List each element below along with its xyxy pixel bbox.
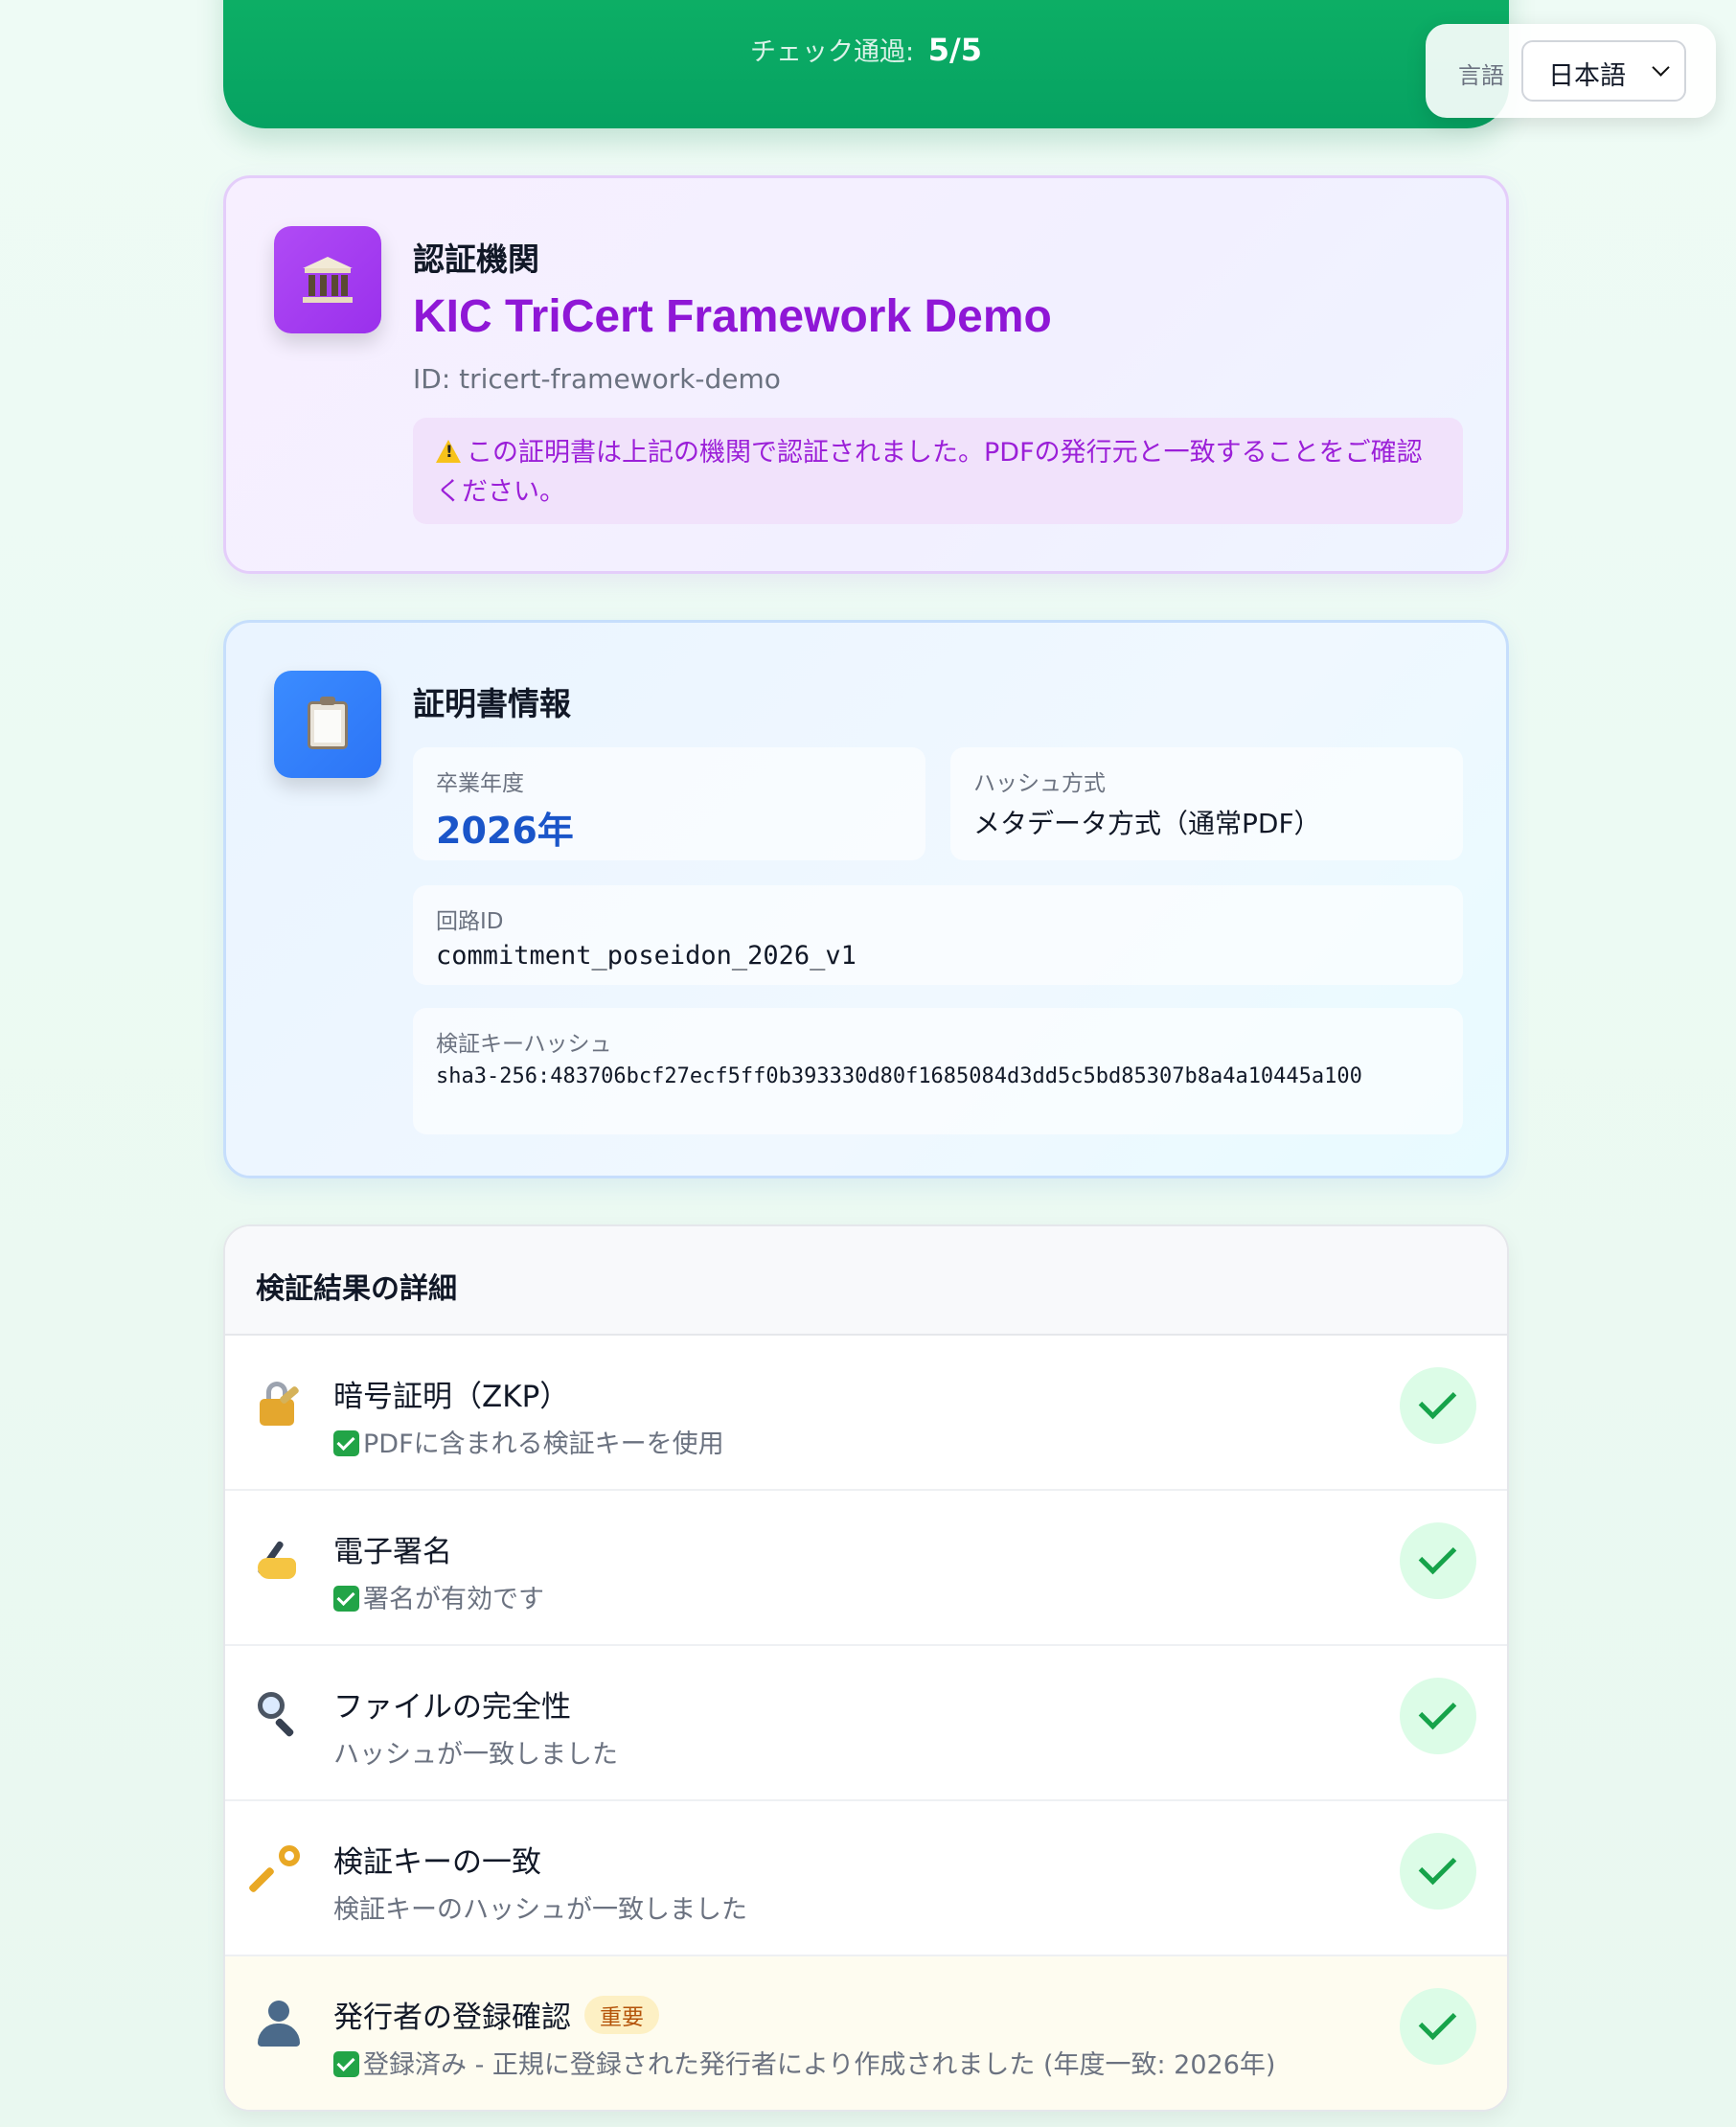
check-title: 電子署名 [333,1535,452,1569]
authority-name: KIC TriCert Framework Demo [413,291,1052,342]
chevron-down-icon [1652,58,1670,77]
institution-tile [274,226,381,333]
pass-check-icon [1400,1678,1476,1754]
magnifier-icon [254,1688,304,1738]
graduation-year-label: 卒業年度 [436,771,524,796]
authority-id: ID: tricert-framework-demo [413,363,781,395]
status-banner: チェック通過: 5/5 [223,0,1509,128]
important-badge: 重要 [584,1996,659,2034]
language-selected: 日本語 [1548,61,1626,91]
notice-text: この証明書は上記の機関で認証されました。PDFの発行元と一致することをご確認くだ… [436,438,1423,507]
check-desc: 検証キーのハッシュが一致しました [333,1895,747,1925]
language-selector: 言語 日本語 [1426,24,1716,118]
pass-check-icon [1400,1833,1476,1910]
writing-hand-icon [254,1533,304,1583]
check-desc: 登録済み - 正規に登録された発行者により作成されました (年度一致: 2026… [333,2044,1275,2081]
graduation-year-value: 2026年 [436,810,574,852]
certificate-label: 証明書情報 [413,685,571,722]
key-icon [247,1843,304,1894]
check-row-signature: 電子署名 署名が有効です [225,1491,1507,1646]
verification-details: 検証結果の詳細 暗号証明（ZKP） PDFに含まれる検証キーを使用 電子署名 署… [223,1224,1509,2112]
checks-label: チェック通過: [750,37,915,67]
vk-hash-value: sha3-256:483706bcf27ecf5ff0b393330d80f16… [436,1064,1362,1088]
certificate-tile [274,671,381,778]
check-desc: PDFに含まれる検証キーを使用 [333,1423,724,1460]
pass-check-icon [1400,1367,1476,1444]
circuit-id-label: 回路ID [436,909,504,934]
check-row-integrity: ファイルの完全性 ハッシュが一致しました [225,1646,1507,1801]
check-mark-icon [333,2051,359,2077]
check-mark-icon [333,1430,359,1456]
check-title: 発行者の登録確認 重要 [333,1993,659,2036]
classical-building-icon [303,257,353,303]
graduation-year-field: 卒業年度 2026年 [413,747,925,860]
check-row-zkp: 暗号証明（ZKP） PDFに含まれる検証キーを使用 [225,1336,1507,1491]
hash-method-value: メタデータ方式（通常PDF） [973,808,1321,839]
circuit-id-field: 回路ID commitment_poseidon_2026_v1 [413,885,1463,985]
hash-method-label: ハッシュ方式 [973,771,1106,796]
check-row-issuer: 発行者の登録確認 重要 登録済み - 正規に登録された発行者により作成されました … [225,1956,1507,2110]
clipboard-icon [308,697,348,749]
vk-hash-field: 検証キーハッシュ sha3-256:483706bcf27ecf5ff0b393… [413,1008,1463,1134]
check-mark-icon [333,1586,359,1612]
check-desc: 署名が有効です [333,1578,544,1615]
pass-check-icon [1400,1522,1476,1599]
lock-with-key-icon [254,1378,304,1428]
user-icon [254,1999,304,2048]
vk-hash-label: 検証キーハッシュ [436,1032,612,1057]
language-dropdown[interactable]: 日本語 [1521,40,1686,102]
check-title: 暗号証明（ZKP） [333,1380,570,1414]
check-row-vk-match: 検証キーの一致 検証キーのハッシュが一致しました [225,1801,1507,1956]
checks-count: 5/5 [927,32,982,68]
authority-notice: この証明書は上記の機関で認証されました。PDFの発行元と一致することをご確認くだ… [413,418,1463,524]
authority-card: 認証機関 KIC TriCert Framework Demo ID: tric… [223,175,1509,574]
check-desc: ハッシュが一致しました [333,1740,618,1770]
circuit-id-value: commitment_poseidon_2026_v1 [436,941,857,971]
hash-method-field: ハッシュ方式 メタデータ方式（通常PDF） [950,747,1463,860]
certificate-info-card: 証明書情報 卒業年度 2026年 ハッシュ方式 メタデータ方式（通常PDF） 回… [223,620,1509,1178]
check-title: 検証キーの一致 [333,1845,541,1880]
checks-summary: チェック通過: 5/5 [223,31,1509,68]
authority-label: 認証機関 [413,240,539,278]
details-title: 検証結果の詳細 [225,1226,1507,1336]
pass-check-icon [1400,1988,1476,2065]
warning-icon [436,440,461,463]
check-title: ファイルの完全性 [333,1690,571,1725]
language-label: 言語 [1458,62,1504,89]
